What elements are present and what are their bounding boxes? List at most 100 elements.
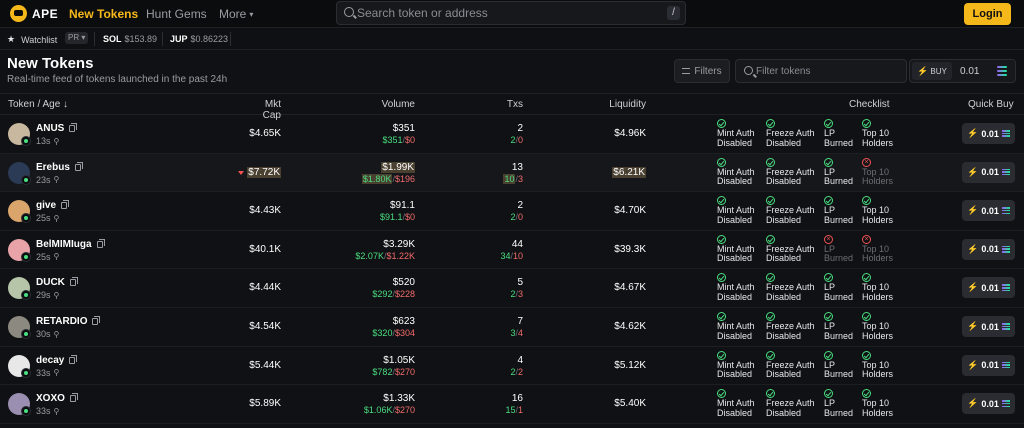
watchlist-label: Watchlist — [21, 34, 58, 45]
checklist-lp: LP Burned — [824, 157, 853, 187]
table-row[interactable]: ANUS 13s ⚲ $4.65K $351 $351/$0 2 2/0 $4.96K Mint … — [0, 115, 1024, 154]
token-age-label: 33s — [36, 406, 51, 417]
volume: $520 — [330, 277, 415, 288]
table-row[interactable]: Erebus 23s ⚲ $7.72K $1.99K $1.80K/$196 13 10/3 $… — [0, 153, 1024, 193]
volume-buy: $2.07K — [355, 250, 384, 261]
quick-buy-button[interactable]: ⚡ 0.01 — [962, 354, 1015, 376]
chevron-down-icon: ▾ — [249, 9, 254, 19]
volume-value: $520 — [392, 277, 415, 289]
x-circle-icon: × — [862, 157, 871, 167]
copy-icon[interactable] — [69, 354, 78, 364]
checklist-freeze: Freeze Auth Disabled — [766, 196, 815, 225]
nav-more-label: More — [219, 7, 247, 21]
table-row[interactable]: BelMIMIuga 25s ⚲ $40.1K $3.29K $2.07K/$1.22K 4… — [0, 231, 1024, 270]
buy-amount-field[interactable]: ⚡ BUY 0.01 — [909, 59, 1016, 83]
link-icon[interactable]: ⚲ — [54, 214, 60, 223]
market-cap-value: $5.44K — [249, 359, 281, 371]
check-circle-icon — [824, 350, 833, 360]
column-liquidity[interactable]: Liquidity — [596, 99, 646, 110]
token-name[interactable]: DUCK — [36, 277, 78, 289]
token-name[interactable]: ANUS — [36, 123, 78, 134]
token-name[interactable]: BelMIMIuga — [36, 238, 105, 250]
column-token-age[interactable]: Token / Age ↓ — [8, 99, 68, 110]
table-row[interactable]: XOXO 33s ⚲ $5.89K $1.33K $1.06K/$270 16 15/1 $5.… — [0, 385, 1024, 424]
search-input[interactable] — [357, 4, 657, 22]
table-row[interactable]: DUCK 29s ⚲ $4.44K $520 $292/$228 5 2/3 $4.67K Min… — [0, 269, 1024, 308]
checklist-top10: Top 10 Holders — [862, 273, 893, 302]
nav-more[interactable]: More ▾ — [219, 7, 253, 21]
copy-icon[interactable] — [61, 200, 70, 210]
volume-buy: $320 — [372, 328, 393, 338]
txs-sell: 10 — [512, 250, 523, 261]
filter-tokens-input[interactable] — [756, 63, 896, 79]
quick-buy-button[interactable]: ⚡ 0.01 — [962, 200, 1015, 222]
txs-count: 2 — [517, 200, 523, 212]
table-row[interactable]: decay 33s ⚲ $5.44K $1.05K $782/$270 4 2/2 $5.12K… — [0, 347, 1024, 386]
link-icon[interactable]: ⚲ — [54, 407, 60, 416]
copy-icon[interactable] — [96, 238, 105, 248]
quick-buy-amount: 0.01 — [981, 205, 999, 216]
search-bar[interactable]: / — [336, 1, 686, 25]
token-name-label: DUCK — [36, 277, 65, 289]
link-icon[interactable]: ⚲ — [54, 175, 60, 184]
divider — [162, 32, 163, 46]
token-name[interactable]: give — [36, 200, 70, 211]
filter-tokens-field[interactable] — [735, 59, 907, 83]
checklist-top10: Top 10 Holders — [862, 350, 893, 380]
column-volume[interactable]: Volume — [360, 99, 415, 110]
copy-icon[interactable] — [69, 277, 78, 287]
token-name[interactable]: Erebus — [36, 161, 83, 173]
pr-selector[interactable]: PR ▾ — [65, 32, 89, 44]
token-age-label: 23s — [36, 174, 51, 185]
watchlist-toggle[interactable]: ★ Watchlist — [7, 34, 57, 45]
copy-icon[interactable] — [69, 393, 78, 403]
quick-buy-button[interactable]: ⚡ 0.01 — [962, 123, 1015, 144]
login-button[interactable]: Login — [964, 3, 1011, 25]
filters-button[interactable]: Filters — [674, 59, 730, 83]
checklist-mint: Mint Auth Disabled — [717, 234, 755, 264]
link-icon[interactable]: ⚲ — [54, 330, 60, 339]
quick-buy-amount: 0.01 — [981, 282, 999, 293]
table-row[interactable]: give 25s ⚲ $4.43K $91.1 $91.1/$0 2 2/0 $4.70K Min… — [0, 192, 1024, 231]
checklist-label: Holders — [862, 214, 894, 225]
link-icon[interactable]: ⚲ — [54, 368, 60, 377]
checklist-top10: × Top 10 Holders — [862, 234, 893, 264]
volume-buy: $1.80K — [361, 173, 393, 184]
check-circle-icon — [766, 389, 775, 399]
quick-buy-amount: 0.01 — [981, 360, 999, 371]
volume-buy: $1.06K — [363, 405, 393, 416]
token-name[interactable]: RETARDIO — [36, 316, 101, 327]
check-circle-icon — [717, 234, 726, 244]
column-txs[interactable]: Txs — [490, 99, 523, 110]
link-icon[interactable]: ⚲ — [54, 137, 60, 146]
pump-badge-icon — [21, 174, 31, 185]
buy-amount-value[interactable]: 0.01 — [960, 66, 979, 77]
copy-icon[interactable] — [92, 316, 101, 325]
quick-buy-button[interactable]: ⚡ 0.01 — [962, 277, 1015, 299]
token-name[interactable]: decay — [36, 354, 78, 366]
page-title: New Tokens — [7, 55, 94, 72]
check-circle-icon — [862, 196, 871, 206]
quick-buy-button[interactable]: ⚡ 0.01 — [962, 161, 1015, 183]
checklist-freeze: Freeze Auth Disabled — [766, 234, 815, 264]
nav-hunt-gems[interactable]: Hunt Gems — [146, 7, 207, 21]
nav-new-tokens[interactable]: New Tokens — [69, 7, 138, 21]
token-name-label: decay — [36, 354, 65, 366]
quick-buy-button[interactable]: ⚡ 0.01 — [962, 238, 1015, 260]
link-icon[interactable]: ⚲ — [54, 291, 60, 300]
token-age: 25s ⚲ — [36, 213, 59, 223]
txs-breakdown: 2/0 — [480, 135, 523, 145]
solana-icon — [1001, 168, 1010, 176]
token-name[interactable]: XOXO — [36, 393, 78, 404]
copy-icon[interactable] — [74, 161, 83, 171]
table-row[interactable]: RETARDIO 30s ⚲ $4.54K $623 $320/$304 7 3/4 $4.62… — [0, 308, 1024, 347]
quick-buy-button[interactable]: ⚡ 0.01 — [962, 393, 1015, 415]
copy-icon[interactable] — [69, 123, 78, 132]
link-icon[interactable]: ⚲ — [54, 252, 60, 261]
brand-name: APE — [32, 6, 59, 21]
txs-breakdown: 2/3 — [480, 289, 523, 299]
volume-value: $623 — [392, 316, 415, 327]
quick-buy-button[interactable]: ⚡ 0.01 — [962, 316, 1015, 337]
brand-logo[interactable]: APE — [10, 5, 58, 22]
check-circle-icon — [862, 273, 871, 283]
